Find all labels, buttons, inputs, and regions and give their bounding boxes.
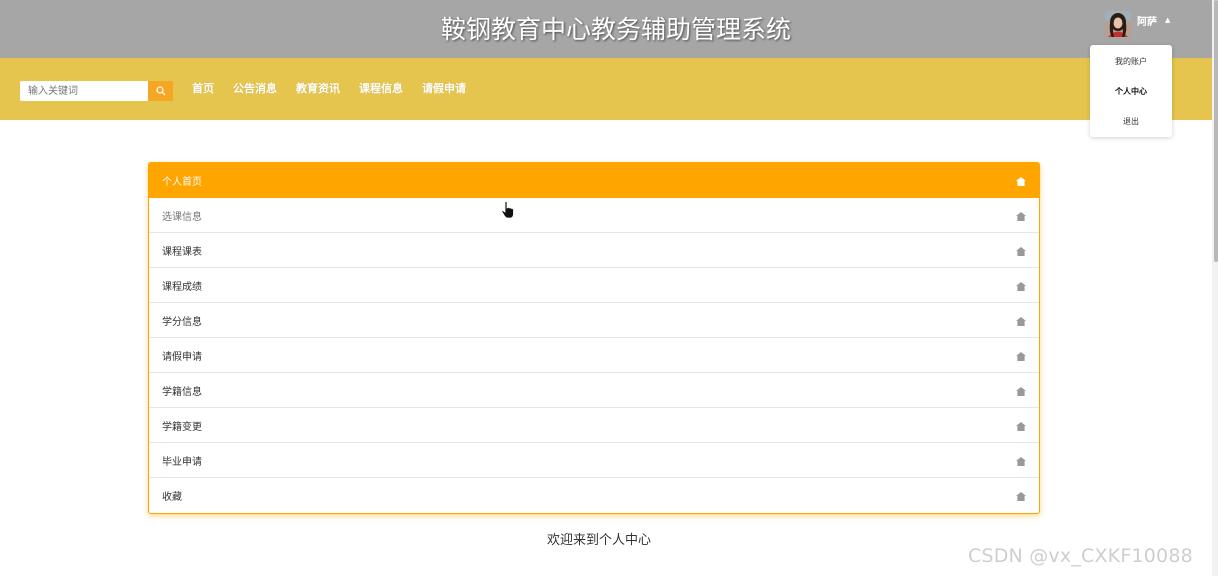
nav-link-education-news[interactable]: 教育资讯 xyxy=(296,82,340,96)
top-header: 鞍钢教育中心教务辅助管理系统 阿萨 ▲ xyxy=(0,0,1218,58)
menu-item-personal-home[interactable]: 个人首页 xyxy=(149,163,1039,198)
search-button[interactable] xyxy=(148,81,173,101)
nav-link-home[interactable]: 首页 xyxy=(192,82,214,96)
menu-item-graduation-application[interactable]: 毕业申请 xyxy=(149,443,1039,478)
menu-item-favorites[interactable]: 收藏 xyxy=(149,478,1039,513)
menu-item-leave-application[interactable]: 请假申请 xyxy=(149,338,1039,373)
menu-item-label: 学籍变更 xyxy=(162,421,202,433)
home-icon xyxy=(1016,317,1026,326)
search-input[interactable] xyxy=(20,81,148,101)
home-icon xyxy=(1016,177,1026,186)
home-icon xyxy=(1016,422,1026,431)
menu-item-label: 学分信息 xyxy=(162,316,202,328)
dropdown-item-my-account[interactable]: 我的账户 xyxy=(1090,56,1172,67)
menu-item-course-selection[interactable]: 选课信息 xyxy=(149,198,1039,233)
menu-item-course-schedule[interactable]: 课程课表 xyxy=(149,233,1039,268)
menu-item-enrollment-change[interactable]: 学籍变更 xyxy=(149,408,1039,443)
user-menu-toggle[interactable]: 阿萨 ▲ xyxy=(1105,11,1170,37)
caret-up-icon[interactable]: ▲ xyxy=(1165,16,1170,24)
home-icon xyxy=(1016,352,1026,361)
hand-cursor-icon xyxy=(501,201,514,219)
menu-item-course-grades[interactable]: 课程成绩 xyxy=(149,268,1039,303)
site-title: 鞍钢教育中心教务辅助管理系统 xyxy=(440,15,791,44)
menu-item-label: 收藏 xyxy=(162,492,182,503)
main-navbar: 首页 公告消息 教育资讯 课程信息 请假申请 xyxy=(0,58,1218,120)
search-icon[interactable] xyxy=(155,86,166,96)
dropdown-item-personal-center[interactable]: 个人中心 xyxy=(1090,86,1172,97)
home-icon xyxy=(1016,282,1026,291)
nav-link-course-info[interactable]: 课程信息 xyxy=(359,82,403,96)
menu-item-label: 选课信息 xyxy=(162,211,202,223)
menu-item-label: 学籍信息 xyxy=(162,386,202,398)
user-name[interactable]: 阿萨 xyxy=(1137,13,1157,28)
home-icon xyxy=(1016,247,1026,256)
home-icon xyxy=(1016,457,1026,466)
avatar[interactable] xyxy=(1105,11,1131,37)
nav-links: 首页 公告消息 教育资讯 课程信息 请假申请 xyxy=(192,82,485,96)
scrollbar-thumb[interactable] xyxy=(1214,0,1218,262)
menu-item-enrollment-info[interactable]: 学籍信息 xyxy=(149,373,1039,408)
home-icon xyxy=(1016,212,1026,221)
menu-item-label: 毕业申请 xyxy=(162,456,202,468)
menu-item-label: 个人首页 xyxy=(162,176,202,188)
menu-item-label: 请假申请 xyxy=(162,351,202,363)
home-icon xyxy=(1016,492,1026,501)
nav-link-leave-application[interactable]: 请假申请 xyxy=(422,82,466,96)
dropdown-item-logout[interactable]: 退出 xyxy=(1090,116,1172,127)
nav-link-announcements[interactable]: 公告消息 xyxy=(233,82,277,96)
menu-item-label: 课程成绩 xyxy=(162,281,202,293)
watermark: CSDN @vx_CXKF10088 xyxy=(968,545,1193,567)
menu-item-credit-info[interactable]: 学分信息 xyxy=(149,303,1039,338)
home-icon xyxy=(1016,387,1026,396)
user-dropdown-menu: 我的账户 个人中心 退出 xyxy=(1090,45,1172,137)
personal-center-menu: 个人首页 选课信息 课程课表 课程成绩 学分信息 请假申请 学籍信息 学籍变更 … xyxy=(148,162,1040,514)
menu-item-label: 课程课表 xyxy=(162,246,202,258)
